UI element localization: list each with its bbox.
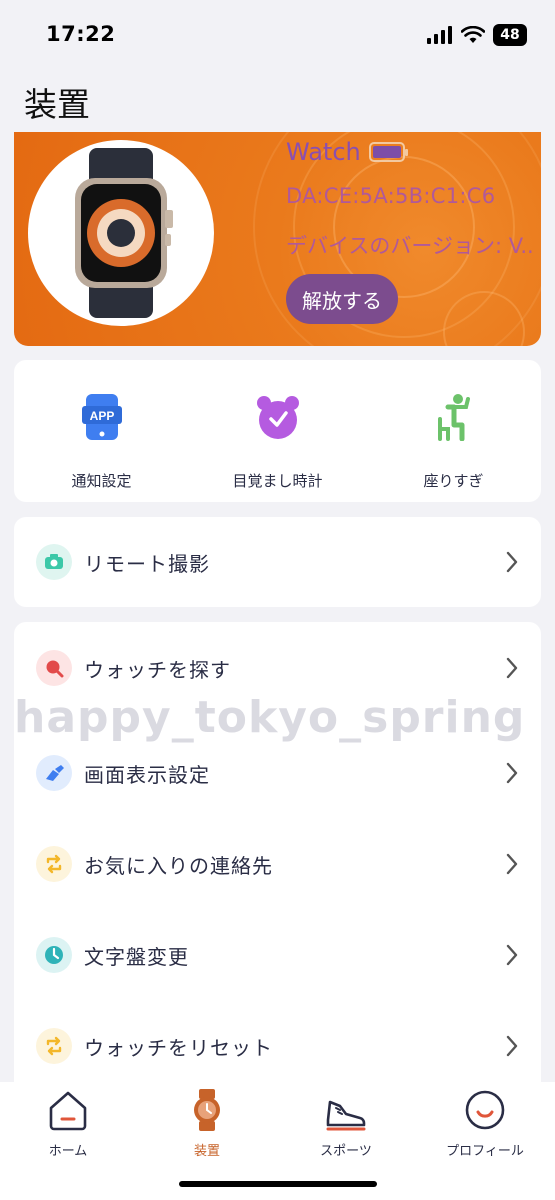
settings-row-reset[interactable]: ウォッチをリセット bbox=[14, 1016, 541, 1076]
tab-sports[interactable]: スポーツ bbox=[286, 1088, 406, 1159]
tab-label: ホーム bbox=[48, 1144, 88, 1159]
quick-action-label: 通知設定 bbox=[71, 472, 132, 490]
device-banner: Watch DA:CE:5A:5B:C1:C6 デバイスのバージョン: V...… bbox=[14, 132, 541, 346]
device-name-row: Watch bbox=[286, 138, 408, 166]
settings-row-label: ウォッチをリセット bbox=[84, 1035, 273, 1060]
remote-shooting-row[interactable]: リモート撮影 bbox=[14, 532, 541, 592]
watch-icon bbox=[194, 1089, 220, 1131]
remote-shooting-label: リモート撮影 bbox=[84, 551, 210, 576]
status-icons: 48 bbox=[427, 24, 527, 46]
app-notification-icon: APP bbox=[75, 390, 129, 444]
signal-icon bbox=[427, 26, 452, 44]
settings-row-favorite-contacts[interactable]: お気に入りの連絡先 bbox=[14, 834, 541, 894]
tab-home[interactable]: ホーム bbox=[8, 1088, 128, 1159]
sedentary-icon bbox=[427, 390, 481, 444]
tab-label: プロフィール bbox=[446, 1144, 524, 1159]
settings-row-watch-face[interactable]: 文字盤変更 bbox=[14, 925, 541, 985]
remote-card: リモート撮影 bbox=[14, 517, 541, 607]
tab-label: 装置 bbox=[193, 1144, 220, 1159]
settings-row-find-watch[interactable]: ウォッチを探す bbox=[14, 638, 541, 698]
svg-text:APP: APP bbox=[89, 409, 114, 423]
status-bar: 17:22 48 bbox=[0, 0, 555, 70]
device-version: デバイスのバージョン: V... bbox=[286, 234, 536, 258]
watch-image bbox=[28, 140, 214, 326]
release-button[interactable]: 解放する bbox=[286, 274, 398, 324]
quick-action-sedentary[interactable]: 座りすぎ bbox=[366, 360, 541, 502]
clock-icon bbox=[36, 937, 72, 973]
camera-icon bbox=[36, 544, 72, 580]
device-name: Watch bbox=[286, 138, 361, 166]
alarm-clock-icon bbox=[251, 390, 305, 444]
wifi-icon bbox=[461, 26, 485, 43]
home-icon bbox=[49, 1091, 87, 1131]
chevron-right-icon bbox=[506, 551, 518, 573]
tab-device[interactable]: 装置 bbox=[147, 1088, 267, 1159]
quick-action-label: 座りすぎ bbox=[423, 472, 484, 490]
status-time: 17:22 bbox=[46, 22, 116, 46]
reset-icon bbox=[36, 1028, 72, 1064]
settings-card: ウォッチを探す 画面表示設定 お気に入りの連絡先 文字盤変更 ウォッチをリセット bbox=[14, 622, 541, 1102]
settings-row-label: ウォッチを探す bbox=[84, 657, 231, 682]
chevron-right-icon bbox=[506, 853, 518, 875]
home-indicator bbox=[179, 1181, 377, 1187]
chevron-right-icon bbox=[506, 944, 518, 966]
tab-profile[interactable]: プロフィール bbox=[425, 1088, 545, 1159]
quick-action-label: 目覚まし時計 bbox=[232, 472, 323, 490]
page-title: 装置 bbox=[24, 85, 90, 124]
shoe-icon bbox=[326, 1100, 366, 1131]
quick-actions-card: APP 通知設定 目覚まし時計 座りすぎ bbox=[14, 360, 541, 502]
settings-row-label: お気に入りの連絡先 bbox=[84, 853, 273, 878]
quick-action-notification[interactable]: APP 通知設定 bbox=[14, 360, 189, 502]
profile-icon bbox=[465, 1090, 505, 1130]
device-mac-address: DA:CE:5A:5B:C1:C6 bbox=[286, 184, 496, 208]
search-icon bbox=[36, 650, 72, 686]
settings-row-label: 画面表示設定 bbox=[84, 762, 210, 787]
settings-row-label: 文字盤変更 bbox=[84, 944, 189, 969]
tab-label: スポーツ bbox=[320, 1144, 372, 1159]
battery-indicator: 48 bbox=[493, 24, 527, 46]
smartwatch-icon bbox=[75, 148, 173, 318]
chevron-right-icon bbox=[506, 657, 518, 679]
sync-icon bbox=[36, 846, 72, 882]
chevron-right-icon bbox=[506, 762, 518, 784]
settings-row-display[interactable]: 画面表示設定 bbox=[14, 743, 541, 803]
brush-icon bbox=[36, 755, 72, 791]
quick-action-alarm[interactable]: 目覚まし時計 bbox=[190, 360, 365, 502]
chevron-right-icon bbox=[506, 1035, 518, 1057]
device-battery-icon bbox=[368, 142, 408, 162]
